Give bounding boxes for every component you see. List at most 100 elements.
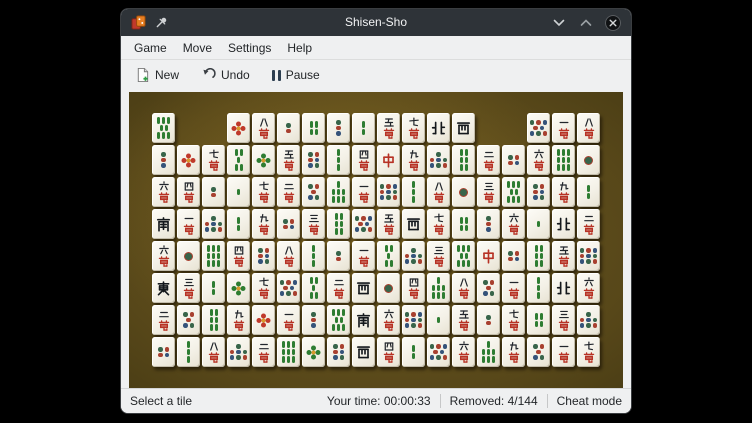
tile-m4[interactable]	[352, 145, 375, 175]
menu-game[interactable]: Game	[126, 39, 175, 57]
tile-m6[interactable]	[152, 177, 175, 207]
tile-m9[interactable]	[502, 337, 525, 367]
tile-p8[interactable]	[427, 337, 450, 367]
pause-button[interactable]: Pause	[265, 65, 327, 85]
undo-button[interactable]: Undo	[194, 65, 257, 86]
chevron-up-icon[interactable]	[578, 15, 594, 31]
tile-s2[interactable]	[402, 337, 425, 367]
tile-p4[interactable]	[502, 241, 525, 271]
tile-m1[interactable]	[352, 177, 375, 207]
pin-icon[interactable]	[155, 16, 168, 29]
tile-m5[interactable]	[277, 145, 300, 175]
tile-m2[interactable]	[327, 273, 350, 303]
tile-m6[interactable]	[577, 273, 600, 303]
tile-m7[interactable]	[202, 145, 225, 175]
tile-m3[interactable]	[477, 177, 500, 207]
tile-m8[interactable]	[277, 241, 300, 271]
tile-m7[interactable]	[577, 337, 600, 367]
tile-s3[interactable]	[402, 177, 425, 207]
tile-m8[interactable]	[202, 337, 225, 367]
tile-s4[interactable]	[452, 209, 475, 239]
chevron-down-icon[interactable]	[551, 15, 567, 31]
tile-m1[interactable]	[502, 273, 525, 303]
tile-s8[interactable]	[452, 241, 475, 271]
tile-p4[interactable]	[502, 145, 525, 175]
tile-p3[interactable]	[302, 305, 325, 335]
tile-m1[interactable]	[552, 113, 575, 143]
tile-p3[interactable]	[477, 209, 500, 239]
tile-m4[interactable]	[377, 337, 400, 367]
tile-p9[interactable]	[402, 305, 425, 335]
tile-m5[interactable]	[377, 209, 400, 239]
tile-m7[interactable]	[252, 177, 275, 207]
tile-m7[interactable]	[502, 305, 525, 335]
tile-s9[interactable]	[202, 241, 225, 271]
tile-m2[interactable]	[477, 145, 500, 175]
tile-s6[interactable]	[202, 305, 225, 335]
tile-s2[interactable]	[227, 209, 250, 239]
tile-m5[interactable]	[452, 305, 475, 335]
tile-p5[interactable]	[302, 177, 325, 207]
tile-m4[interactable]	[227, 241, 250, 271]
tile-m6[interactable]	[527, 145, 550, 175]
tile-s8[interactable]	[327, 305, 350, 335]
tile-m6[interactable]	[152, 241, 175, 271]
tile-wW[interactable]	[452, 113, 475, 143]
tile-s7[interactable]	[427, 273, 450, 303]
tile-m6[interactable]	[452, 337, 475, 367]
tile-fl[interactable]	[227, 113, 250, 143]
tile-s6[interactable]	[327, 209, 350, 239]
tile-p6[interactable]	[527, 177, 550, 207]
tile-m2[interactable]	[252, 337, 275, 367]
tile-p6[interactable]	[327, 337, 350, 367]
tile-m7[interactable]	[252, 273, 275, 303]
tile-wW[interactable]	[352, 273, 375, 303]
tile-s3[interactable]	[177, 337, 200, 367]
tile-m8[interactable]	[452, 273, 475, 303]
tile-p2[interactable]	[477, 305, 500, 335]
tile-s7[interactable]	[327, 177, 350, 207]
tile-m3[interactable]	[177, 273, 200, 303]
tile-p7[interactable]	[402, 241, 425, 271]
tile-m2[interactable]	[277, 177, 300, 207]
tile-s5[interactable]	[227, 145, 250, 175]
tile-wN[interactable]	[552, 209, 575, 239]
tile-p4[interactable]	[152, 337, 175, 367]
tile-p2[interactable]	[277, 113, 300, 143]
tile-m9[interactable]	[227, 305, 250, 335]
tile-s7[interactable]	[477, 337, 500, 367]
tile-m8[interactable]	[427, 177, 450, 207]
tile-s2[interactable]	[352, 113, 375, 143]
tile-p3[interactable]	[327, 113, 350, 143]
tile-m4[interactable]	[177, 177, 200, 207]
tile-s1[interactable]	[427, 305, 450, 335]
tile-dR[interactable]	[477, 241, 500, 271]
tile-m1[interactable]	[277, 305, 300, 335]
tile-p5[interactable]	[177, 305, 200, 335]
tile-s8[interactable]	[152, 113, 175, 143]
tile-m4[interactable]	[402, 273, 425, 303]
tile-m9[interactable]	[252, 209, 275, 239]
tile-m5[interactable]	[552, 241, 575, 271]
tile-wW[interactable]	[352, 337, 375, 367]
tile-s3[interactable]	[527, 273, 550, 303]
tile-p7[interactable]	[202, 209, 225, 239]
tile-s1[interactable]	[527, 209, 550, 239]
tile-s2[interactable]	[577, 177, 600, 207]
tile-s5[interactable]	[377, 241, 400, 271]
tile-p6[interactable]	[302, 145, 325, 175]
new-button[interactable]: New	[128, 64, 186, 86]
tile-p9[interactable]	[577, 241, 600, 271]
tile-p7[interactable]	[227, 337, 250, 367]
tile-p2[interactable]	[202, 177, 225, 207]
tile-s9[interactable]	[552, 145, 575, 175]
tile-m3[interactable]	[302, 209, 325, 239]
tile-p1[interactable]	[452, 177, 475, 207]
tile-s5[interactable]	[302, 273, 325, 303]
tile-m9[interactable]	[552, 177, 575, 207]
tile-p7[interactable]	[427, 145, 450, 175]
tile-m8[interactable]	[577, 113, 600, 143]
tile-m1[interactable]	[552, 337, 575, 367]
menu-settings[interactable]: Settings	[220, 39, 279, 57]
tile-m1[interactable]	[177, 209, 200, 239]
